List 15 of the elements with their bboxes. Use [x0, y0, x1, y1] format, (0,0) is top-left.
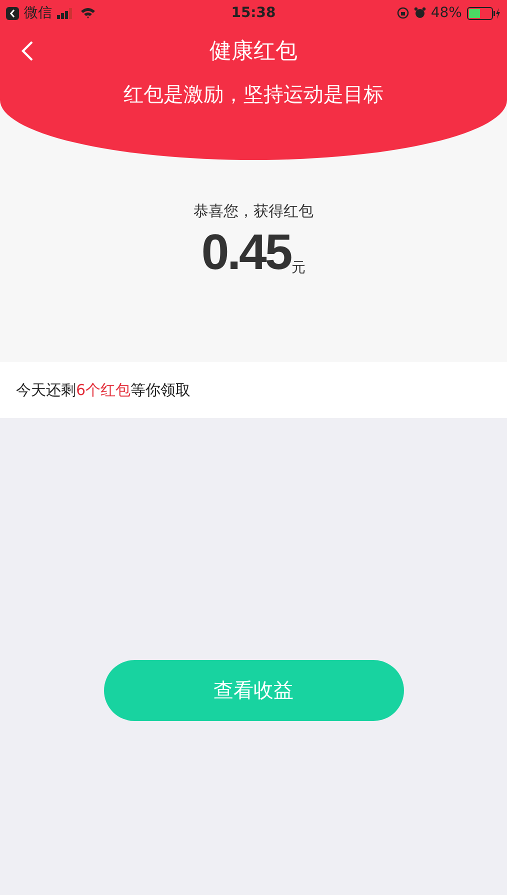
battery-percent: 48% [430, 5, 462, 21]
reward-caption: 恭喜您，获得红包 [194, 202, 314, 221]
back-app-label[interactable]: 微信 [24, 4, 52, 22]
rotation-lock-icon [396, 7, 409, 19]
wifi-icon [80, 7, 96, 19]
page-title: 健康红包 [210, 38, 298, 66]
alarm-icon [414, 7, 426, 19]
currency-unit: 元 [292, 259, 306, 277]
battery-charging-icon [466, 6, 501, 20]
clock-time: 15:38 [231, 5, 276, 21]
back-icon[interactable] [6, 6, 19, 20]
reward-amount: 0.45 [201, 227, 291, 277]
remaining-message: 今天还剩6个红包等你领取 [16, 380, 191, 400]
header-subtitle: 红包是激励，坚持运动是目标 [122, 81, 384, 108]
signal-icon [57, 8, 75, 18]
